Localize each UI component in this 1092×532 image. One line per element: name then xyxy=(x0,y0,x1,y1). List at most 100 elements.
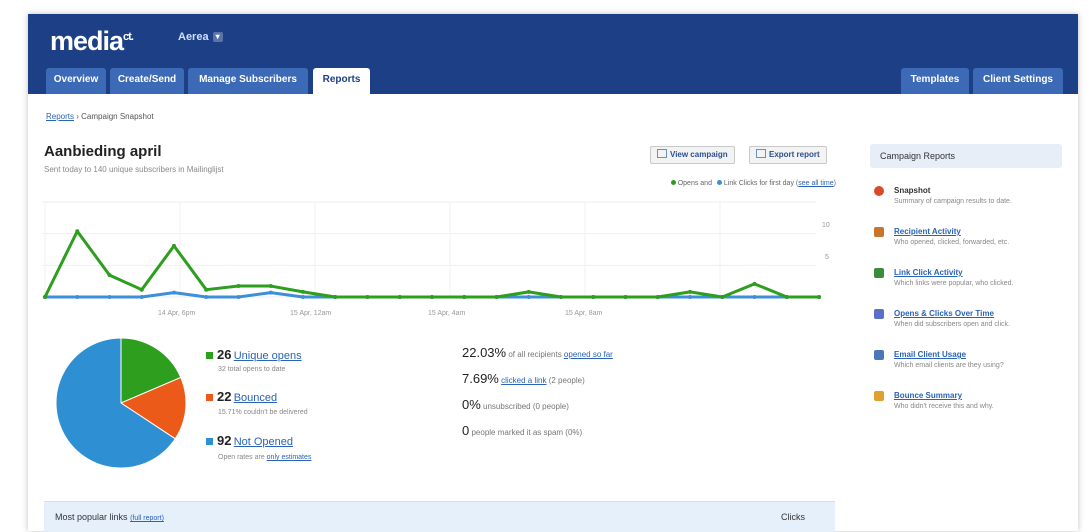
y-tick-label: 10 xyxy=(822,222,830,229)
see-all-time-link[interactable]: see all time xyxy=(798,180,833,187)
unique-opens-link[interactable]: Unique opens xyxy=(234,350,302,362)
export-report-button[interactable]: Export report xyxy=(749,146,827,164)
orange-square-icon xyxy=(206,394,213,401)
tab-templates[interactable]: Templates xyxy=(901,68,969,94)
bounced-link[interactable]: Bounced xyxy=(234,392,277,404)
opens-subtext: 32 total opens to date xyxy=(218,366,286,373)
opens-clicks-chart xyxy=(42,201,821,299)
clicks-dot-icon xyxy=(716,180,722,185)
x-tick-label: 15 Apr, 4am xyxy=(428,310,466,317)
data-point xyxy=(43,295,47,299)
not-opened-subtext: Open rates are only estimates xyxy=(218,454,312,461)
popular-links-title: Most popular links xyxy=(55,512,128,522)
data-point xyxy=(204,295,209,299)
graph-icon xyxy=(874,309,884,319)
data-point xyxy=(365,295,370,299)
data-point xyxy=(655,295,660,299)
opened-so-far-link[interactable]: opened so far xyxy=(564,350,613,359)
browser-icon xyxy=(657,149,667,158)
bounced-stat: 22 Bounced xyxy=(206,389,277,404)
data-point xyxy=(236,295,241,299)
view-campaign-button[interactable]: View campaign xyxy=(650,146,735,164)
data-point xyxy=(139,295,144,299)
data-point xyxy=(268,284,273,289)
y-tick-label: 5 xyxy=(825,254,829,261)
people-icon xyxy=(874,227,884,237)
data-point xyxy=(397,295,402,299)
bounce-icon xyxy=(874,391,884,401)
breadcrumb: Reports › Campaign Snapshot xyxy=(46,112,154,121)
data-point xyxy=(720,295,725,299)
data-point xyxy=(623,295,628,299)
spam-stat: 0 people marked it as spam (0%) xyxy=(462,423,583,438)
full-report-link[interactable]: (full report) xyxy=(130,515,164,522)
data-point xyxy=(107,295,112,299)
data-point xyxy=(494,295,499,299)
data-point xyxy=(817,295,821,299)
data-point xyxy=(559,295,563,299)
data-point xyxy=(752,281,757,286)
data-point xyxy=(172,243,176,248)
page-title: Aanbieding april xyxy=(44,143,162,160)
data-point xyxy=(75,295,80,299)
breadcrumb-current: Campaign Snapshot xyxy=(81,112,154,121)
only-estimates-link[interactable]: only estimates xyxy=(267,454,312,461)
green-square-icon xyxy=(206,352,213,359)
campaign-subtitle: Sent today to 140 unique subscribers in … xyxy=(44,165,224,174)
logo[interactable]: mediact. xyxy=(50,26,134,57)
data-point xyxy=(333,295,338,299)
not-opened-link[interactable]: Not Opened xyxy=(234,436,293,448)
tab-reports[interactable]: Reports xyxy=(313,68,370,94)
link-icon xyxy=(874,268,884,278)
blue-square-icon xyxy=(206,438,213,445)
data-point xyxy=(139,287,144,292)
data-point xyxy=(204,287,209,292)
save-icon xyxy=(756,149,766,158)
x-tick-label: 15 Apr, 8am xyxy=(565,310,603,317)
chart-legend: Opens and Link Clicks for first day (see… xyxy=(668,180,836,187)
subscriber-pie-chart xyxy=(55,337,187,469)
unique-opens-stat: 26 Unique opens xyxy=(206,347,302,362)
header: mediact. Aerea ▾ Overview Create/Send Man… xyxy=(28,14,1078,94)
data-point xyxy=(75,229,80,234)
data-point xyxy=(172,290,176,295)
click-rate-stat: 7.69% clicked a link (2 people) xyxy=(462,371,585,386)
data-point xyxy=(526,289,531,294)
series-line xyxy=(43,229,819,299)
sidebar-title: Campaign Reports xyxy=(870,144,1062,168)
x-tick-label: 15 Apr, 12am xyxy=(290,310,332,317)
data-point xyxy=(301,295,305,299)
data-point xyxy=(301,289,305,294)
tab-create-send[interactable]: Create/Send xyxy=(110,68,184,94)
client-icon xyxy=(874,350,884,360)
bounced-subtext: 15.71% couldn't be delivered xyxy=(218,409,308,416)
data-point xyxy=(784,295,789,299)
tab-client-settings[interactable]: Client Settings xyxy=(973,68,1063,94)
x-tick-label: 14 Apr, 6pm xyxy=(158,310,196,317)
pie-icon xyxy=(874,186,884,196)
data-point xyxy=(526,295,531,299)
data-point xyxy=(688,289,692,294)
data-point xyxy=(591,295,596,299)
campaign-reports-sidebar: Campaign Reports Snapshot Summary of camp… xyxy=(870,144,1062,410)
data-point xyxy=(268,290,273,295)
data-point xyxy=(236,284,241,289)
data-point xyxy=(430,295,434,299)
opens-dot-icon xyxy=(670,180,676,185)
clicks-column-header: Clicks xyxy=(781,512,805,522)
account-switcher[interactable]: Aerea ▾ xyxy=(178,31,223,43)
data-point xyxy=(688,295,692,299)
tab-manage-subscribers[interactable]: Manage Subscribers xyxy=(188,68,308,94)
open-rate-stat: 22.03% of all recipients opened so far xyxy=(462,345,613,360)
app-window: mediact. Aerea ▾ Overview Create/Send Man… xyxy=(28,14,1078,532)
unsubscribe-stat: 0% unsubscribed (0 people) xyxy=(462,397,569,412)
data-point xyxy=(462,295,467,299)
breadcrumb-reports-link[interactable]: Reports xyxy=(46,112,74,121)
data-point xyxy=(752,295,757,299)
chevron-down-icon: ▾ xyxy=(212,32,223,43)
data-point xyxy=(107,273,112,278)
clicked-a-link-link[interactable]: clicked a link xyxy=(501,376,546,385)
not-opened-stat: 92 Not Opened xyxy=(206,433,293,448)
popular-links-header: Most popular links (full report) Clicks xyxy=(44,501,835,532)
tab-overview[interactable]: Overview xyxy=(46,68,106,94)
